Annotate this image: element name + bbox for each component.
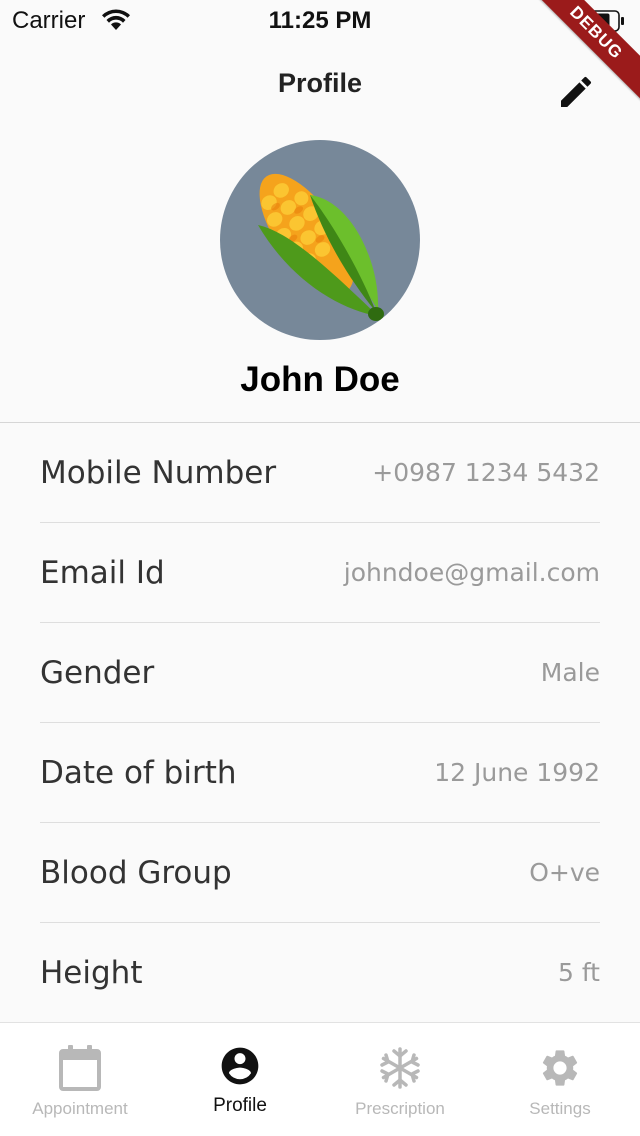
tab-profile[interactable]: Profile [160, 1023, 320, 1136]
info-row-date-of-birth: Date of birth 12 June 1992 [40, 723, 600, 823]
calendar-icon [57, 1045, 103, 1091]
profile-name: John Doe [240, 360, 400, 399]
tab-prescription[interactable]: Prescription [320, 1023, 480, 1136]
info-label: Gender [40, 654, 155, 691]
info-value: O+ve [529, 858, 600, 887]
info-row-mobile-number: Mobile Number +0987 1234 5432 [40, 423, 600, 523]
gear-icon [537, 1045, 583, 1091]
tab-label: Profile [213, 1095, 267, 1116]
status-bar: Carrier 11:25 PM [0, 0, 640, 40]
info-value: Male [540, 658, 600, 687]
profile-info-list: Mobile Number +0987 1234 5432 Email Id j… [40, 423, 600, 1023]
edit-profile-button[interactable] [548, 64, 604, 120]
tab-label: Appointment [32, 1099, 128, 1118]
tab-appointment[interactable]: Appointment [0, 1023, 160, 1136]
page-title: Profile [277, 68, 363, 98]
tab-label: Prescription [355, 1099, 445, 1118]
info-row-blood-group: Blood Group O+ve [40, 823, 600, 923]
snowflake-icon [377, 1045, 423, 1091]
info-value: 5 ft [557, 958, 600, 987]
info-label: Mobile Number [40, 454, 277, 491]
tab-settings[interactable]: Settings [480, 1023, 640, 1136]
tab-label: Settings [529, 1099, 591, 1118]
info-row-height: Height 5 ft [40, 923, 600, 1023]
info-label: Blood Group [40, 854, 232, 891]
navigation-bar: Profile [0, 40, 640, 128]
corn-icon [258, 173, 384, 321]
info-label: Height [40, 954, 143, 991]
info-value: 12 June 1992 [434, 758, 600, 787]
pencil-icon [561, 76, 592, 107]
info-value: +0987 1234 5432 [372, 458, 600, 487]
info-value: johndoe@gmail.com [343, 558, 600, 587]
info-label: Email Id [40, 554, 165, 591]
info-row-gender: Gender Male [40, 623, 600, 723]
bottom-tab-bar: Appointment Profile Prescription Setting… [0, 1022, 640, 1136]
avatar [220, 140, 420, 340]
info-row-email: Email Id johndoe@gmail.com [40, 523, 600, 623]
account-circle-icon [217, 1043, 263, 1089]
status-time: 11:25 PM [268, 7, 372, 34]
info-label: Date of birth [40, 754, 237, 791]
